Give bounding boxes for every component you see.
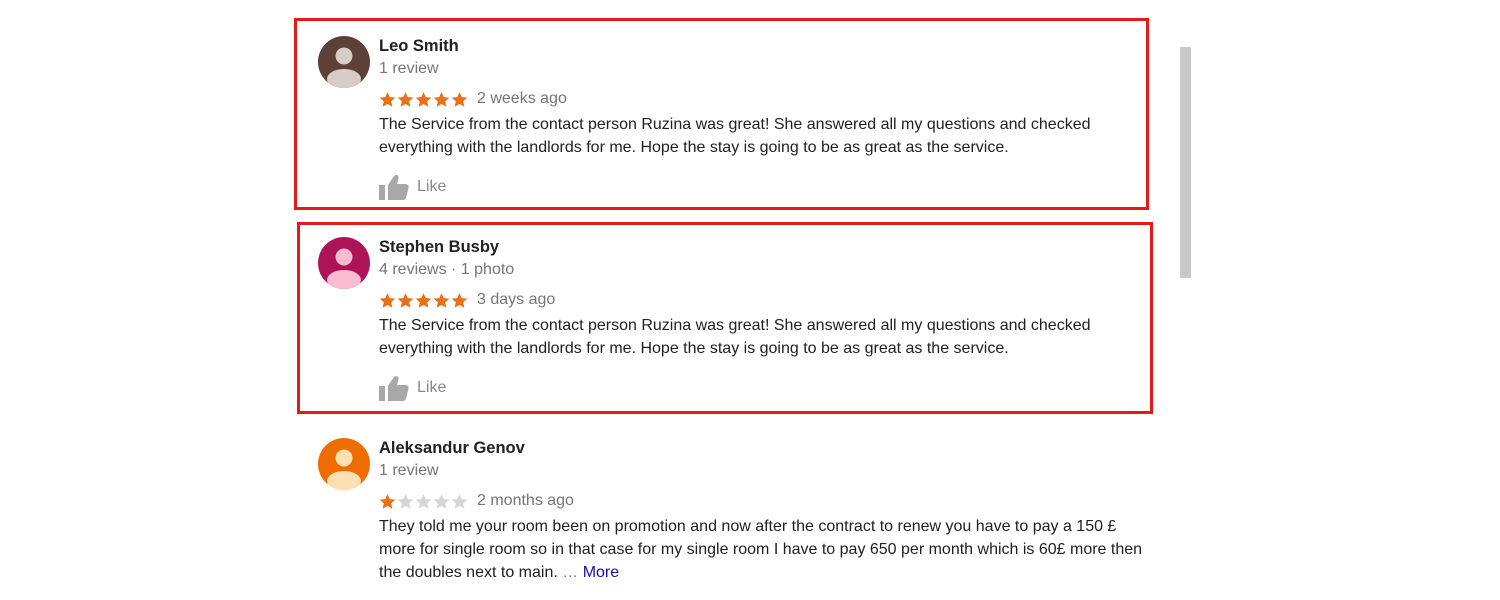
star-icon [451,292,468,308]
star-rating [379,91,468,108]
star-icon [433,493,450,509]
star-rating [379,493,468,510]
person-icon [318,438,370,490]
star-icon [433,91,450,107]
reviewer-meta[interactable]: 1 review [379,59,1149,79]
review-text: The Service from the contact person Ruzi… [379,116,1091,156]
reviewer-name[interactable]: Aleksandur Genov [379,438,1149,458]
ellipsis: … [562,564,579,581]
star-icon [433,292,450,308]
avatar[interactable] [318,36,370,88]
person-icon [318,237,370,289]
avatar[interactable] [318,438,370,490]
reviewer-name[interactable]: Leo Smith [379,36,1149,56]
star-icon [451,91,468,107]
review-date: 2 months ago [477,492,574,509]
thumbs-up-icon [379,174,409,200]
scrollbar-thumb[interactable] [1180,47,1191,278]
review-date: 3 days ago [477,291,556,308]
star-icon [397,292,414,308]
star-icon [451,493,468,509]
reviewer-meta[interactable]: 1 review [379,461,1149,481]
thumbs-up-icon [379,375,409,401]
star-icon [415,292,432,308]
review-date: 2 weeks ago [477,90,567,107]
like-button[interactable]: Like [379,374,1149,402]
review-text-body: They told me your room been on promotion… [379,518,1143,581]
reviewer-meta[interactable]: 4 reviews · 1 photo [379,260,1149,280]
like-label: Like [417,379,447,396]
star-icon [379,91,396,107]
person-icon [318,36,370,88]
more-link[interactable]: More [583,564,619,581]
star-rating [379,292,468,309]
review-text: The Service from the contact person Ruzi… [379,317,1091,357]
star-icon [379,493,396,509]
star-icon [415,91,432,107]
avatar[interactable] [318,237,370,289]
like-button[interactable]: Like [379,173,1149,201]
star-icon [379,292,396,308]
star-icon [415,493,432,509]
review-text: They told me your room been on promotion… [379,515,1149,584]
reviewer-name[interactable]: Stephen Busby [379,237,1149,257]
star-icon [397,493,414,509]
like-label: Like [417,178,447,195]
star-icon [397,91,414,107]
